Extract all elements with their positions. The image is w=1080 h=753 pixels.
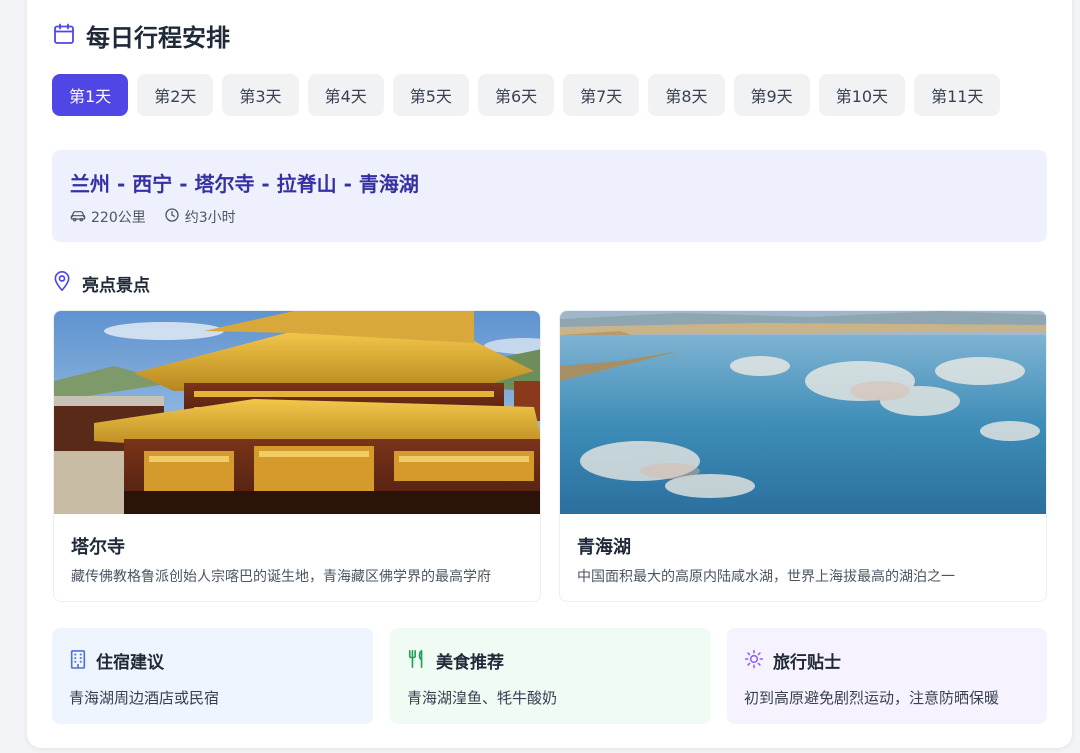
distance-info: 220公里	[70, 207, 146, 227]
section-header: 每日行程安排	[52, 18, 230, 53]
lodging-text: 青海湖周边酒店或民宿	[69, 689, 220, 707]
tab-day-2[interactable]: 第2天	[137, 74, 214, 116]
spot-description: 藏传佛教格鲁派创始人宗喀巴的诞生地，青海藏区佛学界的最高学府	[71, 569, 491, 585]
tab-day-4[interactable]: 第4天	[307, 74, 384, 116]
tips-title: 旅行贴士	[773, 653, 841, 673]
taer-temple-image	[54, 311, 540, 514]
spot-description: 中国面积最大的高原内陆咸水湖，世界上海拔最高的湖泊之一	[577, 569, 955, 585]
tab-day-1[interactable]: 第1天	[52, 74, 129, 116]
sun-icon	[744, 649, 764, 673]
spot-card-qinghai-lake[interactable]: 青海湖 中国面积最大的高原内陆咸水湖，世界上海拔最高的湖泊之一	[559, 310, 1047, 602]
tab-day-7[interactable]: 第7天	[563, 74, 640, 116]
tab-day-3[interactable]: 第3天	[222, 74, 299, 116]
map-pin-icon	[52, 270, 72, 296]
utensils-icon	[407, 649, 427, 673]
tab-day-9[interactable]: 第9天	[733, 74, 810, 116]
day-tabs: 第1天 第2天 第3天 第4天 第5天 第6天 第7天 第8天 第9天 第10天…	[52, 74, 1001, 116]
duration-info: 约3小时	[164, 207, 236, 227]
building-icon	[69, 649, 87, 673]
clock-icon	[164, 207, 180, 227]
highlights-label: 亮点景点	[82, 275, 150, 296]
spot-name: 青海湖	[577, 537, 631, 558]
tips-card: 旅行贴士 初到高原避免剧烈运动，注意防晒保暖	[727, 628, 1047, 724]
qinghai-lake-image	[560, 311, 1046, 514]
page-title: 每日行程安排	[86, 24, 230, 52]
food-title: 美食推荐	[436, 653, 504, 673]
tab-day-10[interactable]: 第10天	[818, 74, 906, 116]
tab-day-5[interactable]: 第5天	[392, 74, 469, 116]
highlights-header: 亮点景点	[52, 270, 150, 296]
route-summary: 兰州 - 西宁 - 塔尔寺 - 拉脊山 - 青海湖 220公里 约3小时	[52, 150, 1047, 242]
tab-day-11[interactable]: 第11天	[914, 74, 1001, 116]
food-text: 青海湖湟鱼、牦牛酸奶	[407, 689, 558, 707]
route-meta: 220公里 约3小时	[70, 207, 1029, 227]
spot-name: 塔尔寺	[71, 537, 125, 558]
calendar-icon	[52, 22, 76, 50]
tips-text: 初到高原避免剧烈运动，注意防晒保暖	[744, 689, 1000, 707]
food-card: 美食推荐 青海湖湟鱼、牦牛酸奶	[390, 628, 711, 724]
car-icon	[70, 208, 86, 226]
tab-day-6[interactable]: 第6天	[477, 74, 555, 116]
duration-text: 约3小时	[184, 210, 236, 226]
tab-day-8[interactable]: 第8天	[648, 74, 725, 116]
lodging-card: 住宿建议 青海湖周边酒店或民宿	[52, 628, 373, 724]
distance-text: 220公里	[91, 210, 146, 226]
lodging-title: 住宿建议	[96, 653, 164, 673]
spot-card-taer-temple[interactable]: 塔尔寺 藏传佛教格鲁派创始人宗喀巴的诞生地，青海藏区佛学界的最高学府	[53, 310, 541, 602]
route-title: 兰州 - 西宁 - 塔尔寺 - 拉脊山 - 青海湖	[70, 172, 419, 196]
